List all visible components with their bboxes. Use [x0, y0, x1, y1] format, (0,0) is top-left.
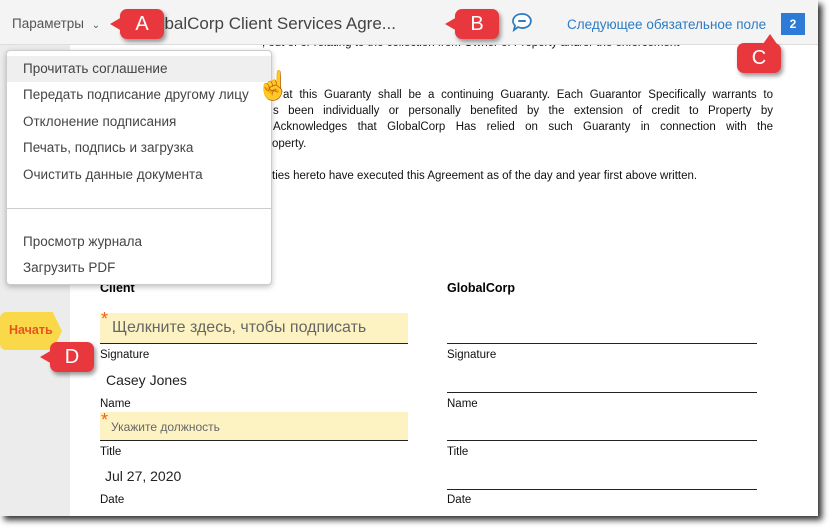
app-window: , out of or relating to the collection f… [0, 0, 818, 516]
client-signature-line [100, 343, 408, 344]
doc-line: s been individually or personally benefi… [273, 105, 773, 117]
gc-date-label: Date [447, 494, 472, 506]
client-signature-label: Signature [100, 349, 150, 361]
doc-line: Acknowledges that GlobalCorp Has relied … [273, 121, 773, 133]
gc-name-label: Name [447, 398, 478, 410]
client-name-value: Casey Jones [106, 372, 187, 388]
signature-field[interactable]: * Щелкните здесь, чтобы подписать [100, 309, 408, 343]
required-count-badge: 2 [781, 13, 805, 35]
menu-item-clear-data[interactable]: Очистить данные документа [7, 162, 271, 188]
client-title-label: Title [100, 446, 122, 458]
globalcorp-heading: GlobalCorp [447, 281, 516, 295]
callout-b: B [445, 9, 499, 39]
options-dropdown-menu: Прочитать соглашение Передать подписание… [6, 50, 272, 285]
gc-title-label: Title [447, 446, 469, 458]
chevron-down-icon: ⌄ [91, 20, 101, 31]
menu-item-print-sign-upload[interactable]: Печать, подпись и загрузка [7, 135, 271, 161]
required-icon: * [101, 309, 109, 329]
title-placeholder: Укажите должность [111, 420, 220, 434]
next-required-field-link[interactable]: Следующее обязательное поле [567, 17, 766, 32]
options-label: Параметры [12, 16, 84, 31]
gc-signature-label: Signature [447, 349, 497, 361]
menu-item-delegate-signing[interactable]: Передать подписание другому лицу [7, 82, 271, 108]
doc-line: operty. [272, 138, 307, 150]
start-label: Начать [9, 323, 53, 337]
callout-a: A [110, 9, 164, 39]
gc-name-line [447, 392, 757, 393]
title-field[interactable]: * Укажите должность [100, 410, 408, 440]
menu-item-view-history[interactable]: Просмотр журнала [7, 229, 271, 255]
gc-title-line [447, 440, 757, 441]
callout-d: D [40, 342, 94, 372]
menu-divider [7, 208, 271, 209]
menu-item-download-pdf[interactable]: Загрузить PDF [7, 255, 271, 281]
message-icon[interactable] [511, 12, 533, 33]
client-date-value: Jul 27, 2020 [105, 468, 182, 484]
menu-item-decline-signing[interactable]: Отклонение подписания [7, 109, 271, 135]
doc-line: ties hereto have executed this Agreement… [272, 170, 698, 182]
required-icon: * [101, 410, 109, 430]
doc-line: at this Guaranty shall be a continuing G… [283, 89, 773, 101]
options-menu-button[interactable]: Параметры ⌄ [12, 16, 100, 31]
callout-c: C [737, 34, 781, 73]
client-date-label: Date [100, 494, 125, 506]
signature-placeholder: Щелкните здесь, чтобы подписать [112, 319, 367, 336]
gc-signature-line [447, 343, 757, 344]
document-title: GlobalCorp Client Services Agre... [148, 14, 396, 33]
hand-cursor-icon: ☝ [256, 70, 291, 101]
menu-item-read-agreement[interactable]: Прочитать соглашение [7, 56, 271, 82]
gc-date-line [447, 489, 757, 490]
client-title-line [100, 440, 408, 441]
client-name-label: Name [100, 398, 131, 410]
